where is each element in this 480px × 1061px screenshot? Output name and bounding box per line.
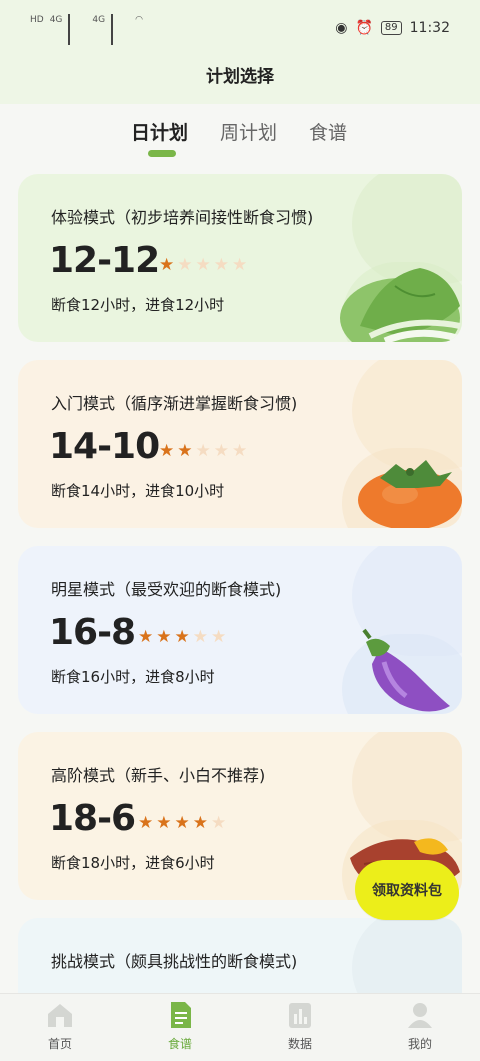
hd-label: HD	[30, 15, 44, 25]
plan-description: 断食16小时，进食8小时	[51, 668, 215, 686]
bottom-nav: 首页 食谱 数据 我的	[0, 993, 480, 1061]
plan-subtitle: 体验模式（初步培养间接性断食习惯)	[51, 208, 314, 227]
nav-label: 首页	[47, 1037, 72, 1051]
star-filled-icon: ★	[174, 627, 190, 647]
star-filled-icon: ★	[192, 813, 208, 833]
star-filled-icon: ★	[159, 255, 175, 275]
difficulty-stars: ★ ★ ★ ★ ★	[159, 257, 247, 274]
persimmon-icon	[358, 460, 462, 528]
network-indicators: HD 4G 4G ◠	[30, 14, 143, 45]
tab-daily-plan[interactable]: 日计划	[131, 118, 188, 145]
plan-ratio: 16-8	[49, 612, 136, 653]
star-empty-icon: ★	[213, 441, 229, 461]
star-filled-icon: ★	[177, 441, 193, 461]
plan-subtitle: 明星模式（最受欢迎的断食模式)	[51, 580, 282, 599]
page-title: 计划选择	[206, 67, 274, 87]
get-materials-button[interactable]: 领取资料包	[355, 860, 459, 920]
clock: 11:32	[409, 20, 450, 36]
plan-subtitle: 高阶模式（新手、小白不推荐)	[51, 766, 266, 785]
plan-description: 断食12小时，进食12小时	[51, 296, 225, 314]
signal-icon	[111, 14, 129, 45]
plan-tabs: 日计划 周计划 食谱	[0, 118, 480, 162]
star-empty-icon: ★	[232, 441, 248, 461]
star-filled-icon: ★	[156, 813, 172, 833]
difficulty-stars: ★ ★ ★ ★ ★	[138, 815, 226, 832]
nav-label: 我的	[407, 1037, 432, 1051]
wifi-icon: ◠	[135, 15, 143, 25]
star-empty-icon: ★	[195, 255, 211, 275]
star-empty-icon: ★	[213, 255, 229, 275]
bok-choy-icon	[340, 268, 462, 342]
status-right: ◉ ⏰ 89 11:32	[335, 20, 450, 36]
data-chart-icon	[289, 1003, 311, 1028]
tab-recipes[interactable]: 食谱	[309, 118, 347, 145]
star-filled-icon: ★	[138, 813, 154, 833]
nav-recipes[interactable]: 食谱	[140, 1000, 220, 1052]
plan-ratio: 14-10	[49, 426, 160, 467]
nav-profile[interactable]: 我的	[380, 1000, 460, 1052]
star-filled-icon: ★	[156, 627, 172, 647]
star-empty-icon: ★	[211, 813, 227, 833]
nav-home[interactable]: 首页	[20, 1000, 100, 1052]
tab-weekly-plan[interactable]: 周计划	[220, 118, 277, 145]
eggplant-icon	[362, 628, 450, 712]
star-filled-icon: ★	[138, 627, 154, 647]
plan-card[interactable]: 明星模式（最受欢迎的断食模式) 16-8 ★ ★ ★ ★ ★ 断食16小时，进食8小时	[18, 546, 462, 714]
nav-label: 数据	[287, 1037, 312, 1051]
plan-ratio: 12-12	[49, 240, 160, 281]
header-area: HD 4G 4G ◠ ◉ ⏰ 89 11:32 计划选择	[0, 0, 480, 104]
star-empty-icon: ★	[192, 627, 208, 647]
star-filled-icon: ★	[174, 813, 190, 833]
tab-indicator	[148, 150, 176, 157]
plan-description: 断食14小时，进食10小时	[51, 482, 225, 500]
profile-icon	[408, 1003, 432, 1028]
alarm-icon: ⏰	[355, 20, 373, 36]
plan-card[interactable]: 入门模式（循序渐进掌握断食习惯) 14-10 ★ ★ ★ ★ ★ 断食14小时，进食10…	[18, 360, 462, 528]
star-filled-icon: ★	[159, 441, 175, 461]
signal-icon	[68, 14, 86, 45]
home-icon	[48, 1004, 72, 1027]
star-empty-icon: ★	[195, 441, 211, 461]
status-bar: HD 4G 4G ◠ ◉ ⏰ 89 11:32	[0, 0, 480, 50]
recipe-icon	[171, 1002, 191, 1028]
plan-subtitle: 挑战模式（颇具挑战性的断食模式)	[51, 952, 298, 971]
battery-icon: 89	[380, 21, 402, 35]
difficulty-stars: ★ ★ ★ ★ ★	[159, 443, 247, 460]
star-empty-icon: ★	[211, 627, 227, 647]
nav-data[interactable]: 数据	[260, 1000, 340, 1052]
plan-ratio: 18-6	[49, 798, 136, 839]
star-empty-icon: ★	[177, 255, 193, 275]
nav-label: 食谱	[167, 1037, 192, 1051]
difficulty-stars: ★ ★ ★ ★ ★	[138, 629, 226, 646]
plan-card[interactable]: 体验模式（初步培养间接性断食习惯) 12-12 ★ ★ ★ ★ ★ 断食12小时，进食1…	[18, 174, 462, 342]
plan-description: 断食18小时，进食6小时	[51, 854, 215, 872]
eye-icon: ◉	[335, 20, 348, 36]
network-type: 4G	[49, 15, 63, 25]
network-type: 4G	[92, 15, 106, 25]
plan-subtitle: 入门模式（循序渐进掌握断食习惯)	[51, 394, 298, 413]
star-empty-icon: ★	[232, 255, 248, 275]
